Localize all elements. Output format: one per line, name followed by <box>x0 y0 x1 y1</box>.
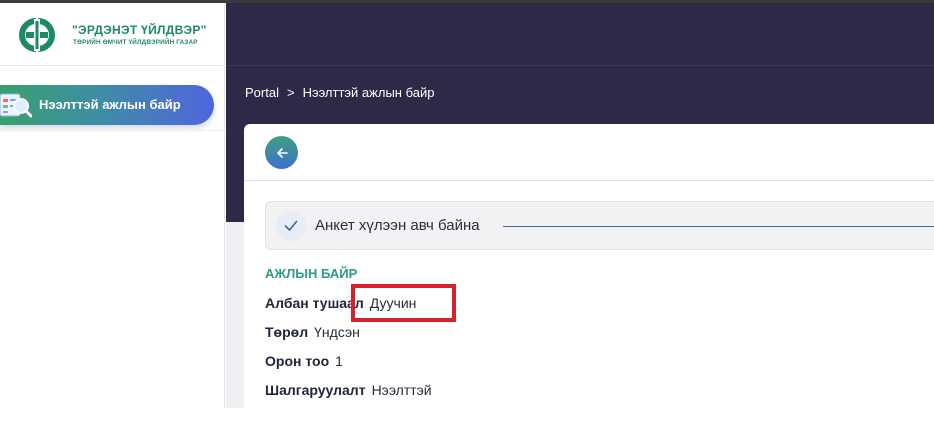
check-icon <box>276 211 306 241</box>
highlight-annotation-box <box>351 284 456 322</box>
field-selection: Шалгаруулалт Нээлттэй <box>265 382 432 398</box>
field-value: 1 <box>335 353 343 369</box>
arrow-left-icon <box>276 147 288 158</box>
field-type: Төрөл Үндсэн <box>265 324 360 340</box>
field-label: Төрөл <box>265 324 309 340</box>
breadcrumb-portal-link[interactable]: Portal <box>245 85 279 100</box>
application-status-bar: Анкет хүлээн авч байна <box>265 201 934 250</box>
breadcrumb-current: Нээлттэй ажлын байр <box>302 85 435 100</box>
section-title: АЖЛЫН БАЙР <box>265 266 358 281</box>
field-headcount: Орон тоо 1 <box>265 353 343 369</box>
company-logo-icon <box>19 18 55 52</box>
sidebar: "ЭРДЭНЭТ ҮЙЛДВЭР" ТӨРИЙН ӨМЧИТ ҮЙЛДВЭРИЙ… <box>0 3 225 408</box>
sidebar-item-open-jobs[interactable]: Нээлттэй ажлын байр <box>0 85 214 125</box>
back-button[interactable] <box>265 136 298 169</box>
breadcrumb-separator: > <box>286 85 295 100</box>
field-label: Албан тушаал <box>265 295 364 311</box>
field-value: Үндсэн <box>314 324 360 340</box>
header-divider <box>226 65 934 66</box>
status-progress-line <box>503 226 934 227</box>
field-label: Шалгаруулалт <box>265 382 366 398</box>
main-content: Portal > Нээлттэй ажлын байр Анкет хүлээн … <box>226 3 934 424</box>
sidebar-divider <box>0 130 225 131</box>
field-value: Нээлттэй <box>371 382 432 398</box>
job-listing-icon <box>0 93 32 118</box>
sidebar-item-label: Нээлттэй ажлын байр <box>39 97 181 112</box>
logo-subtitle: ТӨРИЙН ӨМЧИТ ҮЙЛДВЭРИЙН ГАЗАР <box>73 39 198 46</box>
card-header <box>244 124 934 181</box>
breadcrumb: Portal > Нээлттэй ажлын байр <box>245 85 434 100</box>
field-label: Орон тоо <box>265 353 330 369</box>
logo[interactable]: "ЭРДЭНЭТ ҮЙЛДВЭР" ТӨРИЙН ӨМЧИТ ҮЙЛДВЭРИЙ… <box>0 3 225 66</box>
status-text: Анкет хүлээн авч байна <box>315 217 480 234</box>
logo-title: "ЭРДЭНЭТ ҮЙЛДВЭР" <box>72 23 207 37</box>
job-detail-card: Анкет хүлээн авч байна АЖЛЫН БАЙР Албан … <box>244 124 934 424</box>
